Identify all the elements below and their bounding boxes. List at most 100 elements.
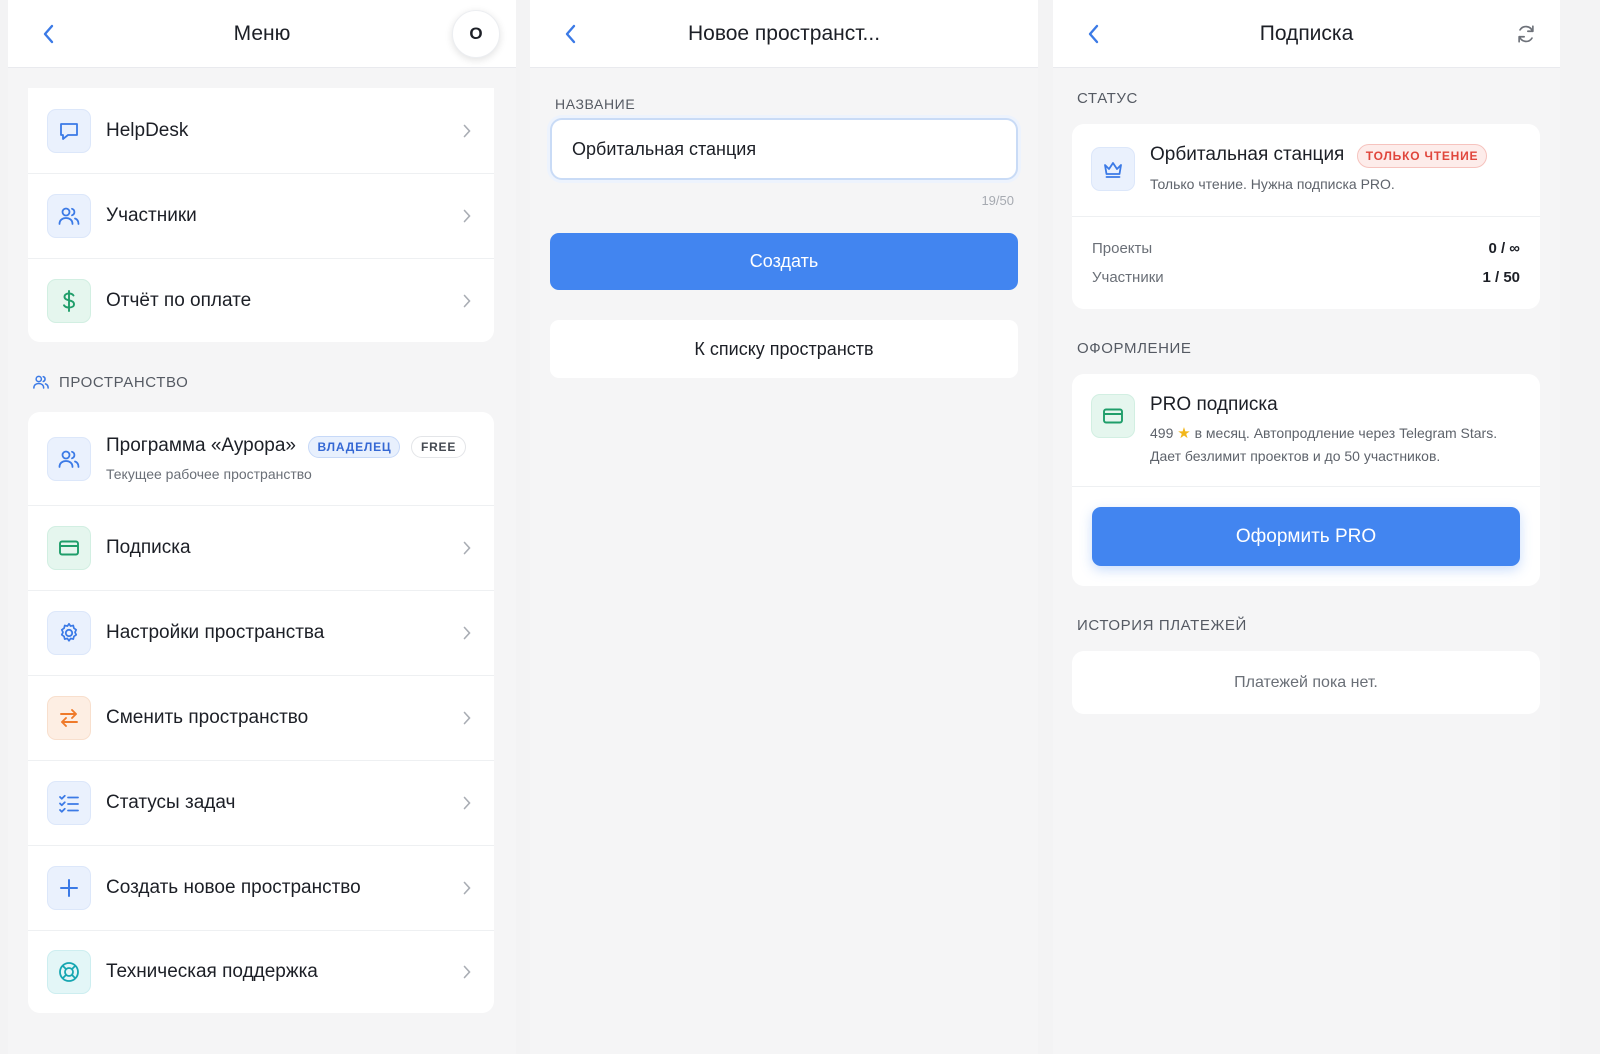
menu-item-participants[interactable]: Участники xyxy=(28,173,494,258)
page-title: Новое пространст... xyxy=(687,21,881,45)
workspace-subtitle: Текущее рабочее пространство xyxy=(106,465,312,482)
crown-icon xyxy=(1091,147,1135,191)
subscribe-pro-button[interactable]: Оформить PRO xyxy=(1092,507,1520,566)
stat-label: Участники xyxy=(1092,269,1164,286)
menu-header: Меню О xyxy=(8,0,516,68)
stat-value: 0 / ∞ xyxy=(1488,240,1520,257)
stat-projects: Проекты 0 / ∞ xyxy=(1092,240,1520,257)
new-space-screen: Новое пространст... НАЗВАНИЕ 19/50 Созда… xyxy=(530,0,1038,1054)
menu-screen: Меню О HelpDesk Участники Отчёт по оплат… xyxy=(8,0,516,1054)
back-to-list-button[interactable]: К списку пространств xyxy=(550,320,1018,378)
card-icon xyxy=(1091,394,1135,438)
divider xyxy=(1072,216,1540,217)
pro-title: PRO подписка xyxy=(1150,394,1278,415)
menu-item-label: Техническая поддержка xyxy=(106,961,318,982)
section-workspace: ПРОСТРАНСТВО xyxy=(32,373,188,391)
chevron-right-icon xyxy=(460,965,474,979)
menu-item-label: Отчёт по оплате xyxy=(106,290,252,311)
menu-item-label: Статусы задач xyxy=(106,792,236,813)
refresh-button[interactable] xyxy=(1512,20,1540,48)
menu-item-label: Создать новое пространство xyxy=(106,877,361,898)
subscription-screen: Подписка СТАТУС Орбитальная станция ТОЛЬ… xyxy=(1053,0,1560,1054)
menu-item-subscription[interactable]: Подписка xyxy=(28,505,494,590)
current-workspace: Программа «Аурора» ВЛАДЕЛЕЦ FREE Текущее… xyxy=(28,412,494,505)
new-space-header: Новое пространст... xyxy=(530,0,1038,68)
chat-icon xyxy=(47,108,91,153)
subscription-header: Подписка xyxy=(1053,0,1560,68)
chevron-right-icon xyxy=(460,209,474,223)
char-counter: 19/50 xyxy=(981,193,1014,208)
lifebuoy-icon xyxy=(47,950,91,994)
stat-label: Проекты xyxy=(1092,240,1153,257)
price-suffix: в месяц. Автопродление через Telegram St… xyxy=(1194,425,1498,441)
pro-info: PRO подписка 499 ★ в месяц. Автопродлени… xyxy=(1150,394,1530,467)
chevron-left-icon xyxy=(565,24,576,44)
section-design: ОФОРМЛЕНИЕ xyxy=(1077,340,1192,357)
star-icon: ★ xyxy=(1177,425,1191,442)
menu-item-switch-space[interactable]: Сменить пространство xyxy=(28,675,494,760)
page-title: Меню xyxy=(233,21,291,45)
divider xyxy=(1072,486,1540,487)
status-header: Орбитальная станция ТОЛЬКО ЧТЕНИЕ Только… xyxy=(1091,144,1488,192)
back-button[interactable] xyxy=(556,20,584,48)
status-description: Только чтение. Нужна подписка PRO. xyxy=(1150,176,1395,192)
stat-value: 1 / 50 xyxy=(1482,269,1520,286)
menu-item-label: HelpDesk xyxy=(106,119,189,141)
dollar-icon xyxy=(47,279,91,323)
chevron-left-icon xyxy=(43,24,54,44)
section-history: ИСТОРИЯ ПЛАТЕЖЕЙ xyxy=(1077,617,1247,634)
avatar[interactable]: О xyxy=(452,10,500,58)
menu-item-label: Сменить пространство xyxy=(106,707,309,728)
pro-benefits: Дает безлимит проектов и до 50 участнико… xyxy=(1150,448,1441,464)
back-button[interactable] xyxy=(1079,20,1107,48)
top-menu-card: HelpDesk Участники Отчёт по оплате xyxy=(28,88,494,342)
price: 499 xyxy=(1150,425,1174,441)
users-icon xyxy=(47,194,91,238)
pro-header: PRO подписка 499 ★ в месяц. Автопродлени… xyxy=(1091,394,1530,467)
menu-item-payment-report[interactable]: Отчёт по оплате xyxy=(28,258,494,343)
plan-badge: FREE xyxy=(410,435,467,458)
users-icon xyxy=(47,436,91,481)
name-field-label: НАЗВАНИЕ xyxy=(555,96,636,112)
menu-item-helpdesk[interactable]: HelpDesk xyxy=(28,88,494,173)
workspace-name: Орбитальная станция xyxy=(1150,144,1345,166)
chevron-right-icon xyxy=(460,796,474,810)
status-badge: ТОЛЬКО ЧТЕНИЕ xyxy=(1356,144,1488,168)
section-title-text: ПРОСТРАНСТВО xyxy=(59,373,189,391)
menu-item-label: Подписка xyxy=(106,537,191,558)
workspace-info: Программа «Аурора» ВЛАДЕЛЕЦ FREE Текущее… xyxy=(106,435,467,482)
plus-icon xyxy=(47,866,91,910)
role-badge: ВЛАДЕЛЕЦ xyxy=(308,435,401,458)
history-empty-text: Платежей пока нет. xyxy=(1234,673,1378,691)
chevron-right-icon xyxy=(460,294,474,308)
chevron-right-icon xyxy=(460,881,474,895)
history-card: Платежей пока нет. xyxy=(1072,651,1540,714)
swap-icon xyxy=(47,696,91,740)
page-title: Подписка xyxy=(1259,21,1354,45)
menu-item-space-settings[interactable]: Настройки пространства xyxy=(28,590,494,675)
status-info: Орбитальная станция ТОЛЬКО ЧТЕНИЕ Только… xyxy=(1150,144,1488,192)
status-card: Орбитальная станция ТОЛЬКО ЧТЕНИЕ Только… xyxy=(1072,124,1540,309)
chevron-right-icon xyxy=(460,541,474,555)
pro-description: 499 ★ в месяц. Автопродление через Teleg… xyxy=(1150,422,1530,467)
chevron-left-icon xyxy=(1088,24,1099,44)
menu-item-label: Участники xyxy=(106,205,197,226)
space-name-input[interactable] xyxy=(550,118,1018,180)
menu-item-support[interactable]: Техническая поддержка xyxy=(28,930,494,1013)
workspace-name: Программа «Аурора» xyxy=(106,435,296,457)
refresh-icon xyxy=(1518,25,1534,43)
menu-item-create-space[interactable]: Создать новое пространство xyxy=(28,845,494,930)
create-button[interactable]: Создать xyxy=(550,233,1018,290)
stat-participants: Участники 1 / 50 xyxy=(1092,269,1520,286)
chevron-right-icon xyxy=(460,626,474,640)
users-icon xyxy=(33,375,49,389)
back-button[interactable] xyxy=(34,20,62,48)
workspace-card: Программа «Аурора» ВЛАДЕЛЕЦ FREE Текущее… xyxy=(28,412,494,1013)
menu-item-task-statuses[interactable]: Статусы задач xyxy=(28,760,494,845)
chevron-right-icon xyxy=(460,124,474,138)
chevron-right-icon xyxy=(460,711,474,725)
gear-icon xyxy=(47,611,91,655)
section-status: СТАТУС xyxy=(1077,90,1138,107)
card-icon xyxy=(47,526,91,570)
checklist-icon xyxy=(47,781,91,825)
